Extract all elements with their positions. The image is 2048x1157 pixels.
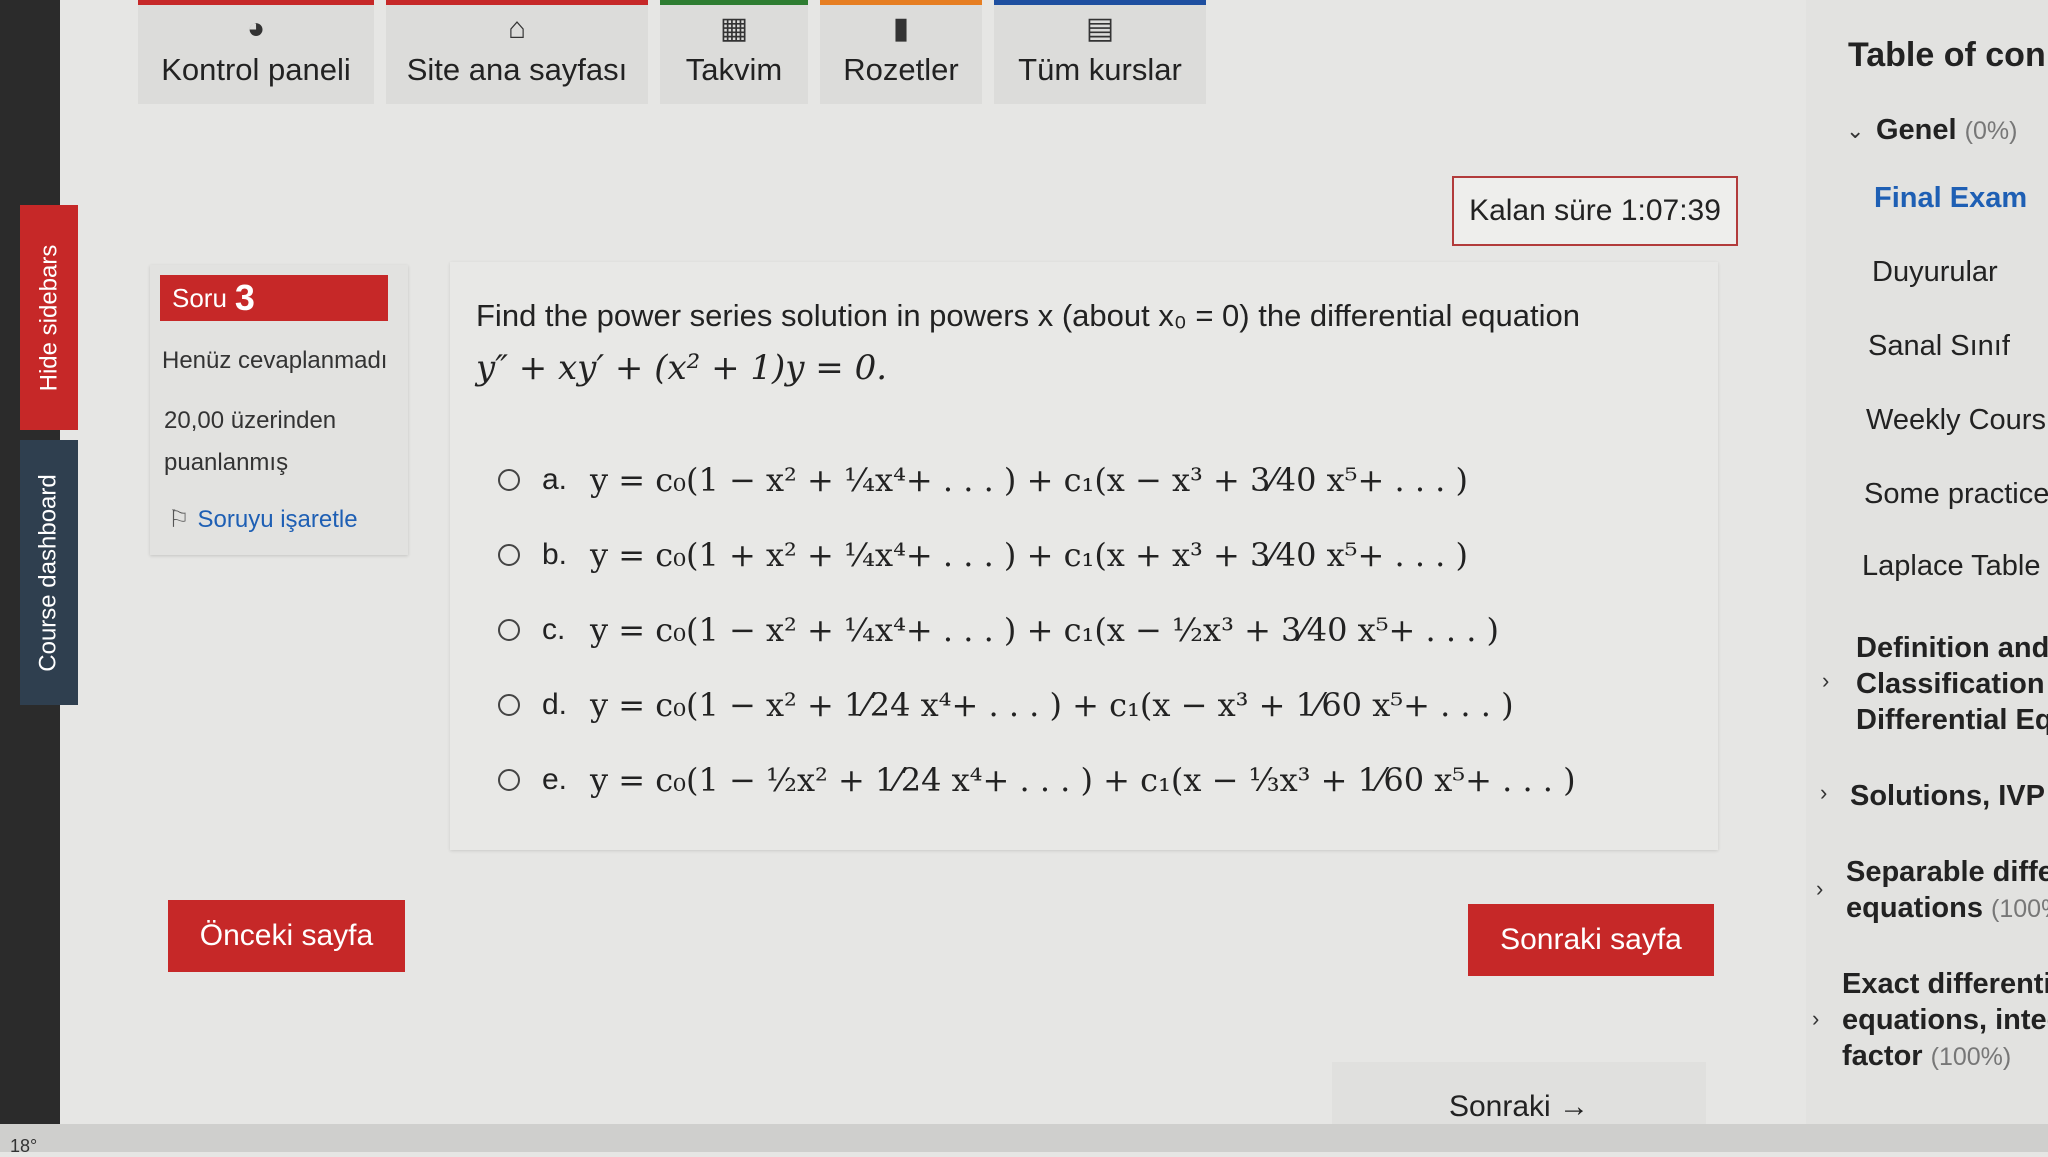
question-label: Soru	[172, 282, 227, 313]
chevron-right-icon[interactable]: ›	[1820, 780, 1827, 806]
toc-section-progress: (100%)	[1930, 1043, 2012, 1071]
nav-label: Site ana sayfası	[406, 52, 628, 87]
toc-section-line: equations, integ	[1842, 1004, 2048, 1036]
flag-icon: ⚐	[168, 506, 190, 533]
toc-item-practice[interactable]: Some practice	[1864, 478, 2048, 511]
nav-label: Tüm kurslar	[1018, 52, 1182, 87]
question-status: Henüz cevaplanmadı	[162, 347, 388, 374]
answer-formula: y = c₀(1 − x² + 1⁄24 x⁴+ . . . ) + c₁(x …	[590, 685, 1514, 724]
time-remaining: Kalan süre 1:07:39	[1452, 176, 1738, 246]
taskbar	[0, 1124, 2048, 1152]
previous-page-button[interactable]: Önceki sayfa	[168, 900, 405, 972]
answer-letter: b.	[542, 537, 568, 571]
top-navigation: ◕ Kontrol paneli ⌂ Site ana sayfası ▦ Ta…	[138, 0, 1206, 104]
radio-button[interactable]	[498, 768, 520, 791]
radio-button[interactable]	[498, 618, 520, 641]
question-text-block: Find the power series solution in powers…	[476, 290, 1676, 394]
answer-formula: y = c₀(1 − ½x² + 1⁄24 x⁴+ . . . ) + c₁(x…	[590, 760, 1576, 799]
nav-tum-kurslar[interactable]: ▤ Tüm kurslar	[994, 0, 1206, 104]
toc-section-line: Differential Eq	[1856, 704, 2048, 736]
question-number: 3	[234, 277, 255, 318]
question-equation: y″ + xy′ + (x² + 1)y = 0.	[476, 348, 888, 388]
taskbar-temperature: 18°	[10, 1136, 38, 1156]
toc-section-genel[interactable]: Genel (0%)	[1876, 114, 2017, 147]
toc-section-line: equations	[1846, 892, 1983, 924]
question-number-badge: Soru 3	[160, 275, 388, 321]
table-of-contents: Table of con ⌄ Genel (0%) Final Exam Duy…	[1806, 0, 2048, 1152]
dashboard-icon: ◕	[246, 12, 266, 45]
toc-section-label: Genel	[1876, 114, 1957, 146]
next-page-button[interactable]: Sonraki sayfa	[1468, 904, 1714, 976]
answer-letter: e.	[542, 762, 568, 796]
chevron-right-icon[interactable]: ›	[1822, 668, 1829, 694]
nav-takvim[interactable]: ▦ Takvim	[660, 0, 808, 104]
nav-label: Kontrol paneli	[161, 52, 351, 87]
radio-button[interactable]	[498, 468, 520, 491]
hide-sidebars-tab[interactable]: Hide sidebars	[20, 205, 78, 430]
answer-option-c[interactable]: c. y = c₀(1 − x² + ¼x⁴+ . . . ) + c₁(x −…	[498, 592, 1698, 667]
toc-section-line: Definition and	[1856, 632, 2048, 664]
hide-sidebars-label: Hide sidebars	[35, 244, 62, 391]
radio-button[interactable]	[498, 543, 520, 566]
toc-section-line: factor	[1842, 1040, 1923, 1072]
nav-rozetler[interactable]: ▮ Rozetler	[820, 0, 982, 104]
book-icon: ▤	[1085, 12, 1115, 45]
bookmark-icon: ▮	[892, 12, 910, 45]
toc-item-weekly-course[interactable]: Weekly Cours	[1866, 404, 2046, 437]
nav-site-ana-sayfasi[interactable]: ⌂ Site ana sayfası	[386, 0, 648, 104]
toc-item-duyurular[interactable]: Duyurular	[1872, 256, 1998, 289]
answer-formula: y = c₀(1 − x² + ¼x⁴+ . . . ) + c₁(x − ½x…	[590, 610, 1500, 649]
nav-label: Takvim	[685, 52, 783, 87]
question-points: 20,00 üzerinden puanlanmış	[164, 407, 337, 476]
toc-item-final-exam[interactable]: Final Exam	[1874, 182, 2027, 215]
course-dashboard-label: Course dashboard	[35, 473, 62, 672]
toc-section-exact[interactable]: Exact differenti equations, integ factor…	[1842, 966, 2048, 1075]
answer-letter: d.	[542, 687, 568, 721]
home-icon: ⌂	[507, 12, 527, 45]
toc-item-laplace-table[interactable]: Laplace Table	[1862, 550, 2040, 583]
chevron-right-icon[interactable]: ›	[1812, 1006, 1819, 1032]
flag-question-link[interactable]: ⚐ Soruyu işaretle	[168, 505, 358, 534]
calendar-icon: ▦	[719, 12, 749, 45]
answer-option-a[interactable]: a. y = c₀(1 − x² + ¼x⁴+ . . . ) + c₁(x −…	[498, 442, 1698, 517]
toc-section-solutions[interactable]: Solutions, IVP	[1850, 780, 2045, 813]
toc-section-line: Separable diffe	[1846, 856, 2048, 888]
toc-section-progress: (0%)	[1964, 117, 2018, 145]
question-info-panel: Soru 3 Henüz cevaplanmadı 20,00 üzerinde…	[150, 265, 408, 555]
answer-option-e[interactable]: e. y = c₀(1 − ½x² + 1⁄24 x⁴+ . . . ) + c…	[498, 742, 1698, 817]
toc-section-definition[interactable]: Definition and Classification Differenti…	[1856, 630, 2048, 738]
toc-title: Table of con	[1848, 36, 2046, 74]
answer-option-b[interactable]: b. y = c₀(1 + x² + ¼x⁴+ . . . ) + c₁(x +…	[498, 517, 1698, 592]
flag-question-label: Soruyu işaretle	[197, 505, 358, 533]
nav-kontrol-paneli[interactable]: ◕ Kontrol paneli	[138, 0, 374, 104]
answer-option-d[interactable]: d. y = c₀(1 − x² + 1⁄24 x⁴+ . . . ) + c₁…	[498, 667, 1698, 742]
chevron-right-icon[interactable]: ›	[1816, 876, 1823, 902]
chevron-down-icon[interactable]: ⌄	[1846, 118, 1864, 144]
answer-letter: a.	[542, 462, 568, 496]
answer-formula: y = c₀(1 − x² + ¼x⁴+ . . . ) + c₁(x − x³…	[590, 460, 1468, 499]
question-content: Find the power series solution in powers…	[450, 262, 1718, 850]
answer-formula: y = c₀(1 + x² + ¼x⁴+ . . . ) + c₁(x + x³…	[590, 535, 1468, 574]
toc-section-line: Exact differenti	[1842, 968, 2048, 1000]
radio-button[interactable]	[498, 693, 520, 716]
answer-list: a. y = c₀(1 − x² + ¼x⁴+ . . . ) + c₁(x −…	[498, 442, 1698, 817]
question-text: Find the power series solution in powers…	[476, 298, 1580, 333]
nav-label: Rozetler	[843, 52, 959, 87]
toc-item-sanal-sinif[interactable]: Sanal Sınıf	[1868, 330, 2010, 363]
toc-section-separable[interactable]: Separable diffe equations (100%	[1846, 854, 2048, 927]
toc-section-line: Classification	[1856, 668, 2045, 700]
toc-section-progress: (100%	[1991, 895, 2048, 923]
course-dashboard-tab[interactable]: Course dashboard	[20, 440, 78, 705]
answer-letter: c.	[542, 612, 566, 646]
